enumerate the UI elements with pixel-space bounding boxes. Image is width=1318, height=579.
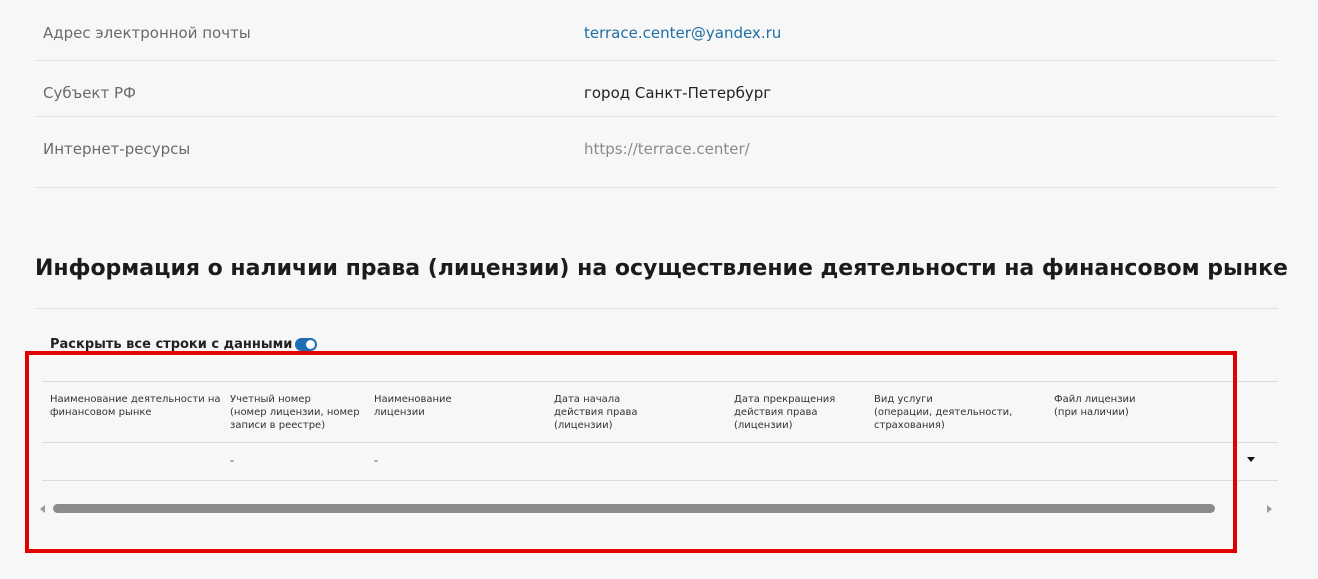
column-header-line: действия права — [554, 407, 638, 418]
header-bottom-border — [42, 442, 1278, 443]
website-link[interactable]: https://terrace.center/ — [584, 140, 750, 158]
column-header-line: Дата прекращения — [734, 394, 836, 405]
arrow-right-icon[interactable] — [1267, 505, 1272, 513]
expand-all-toggle[interactable] — [295, 338, 317, 351]
arrow-left-icon[interactable] — [40, 505, 45, 513]
column-header-line: страхования) — [874, 420, 945, 431]
column-header-line: (лицензии) — [554, 420, 613, 431]
header-top-border — [42, 381, 1278, 382]
column-header-line: (лицензии) — [734, 420, 793, 431]
toggle-knob — [306, 340, 315, 349]
column-header-line: действия права — [734, 407, 818, 418]
column-header[interactable]: Вид услуги (операции, деятельности, страхо… — [874, 393, 1012, 432]
caret-down-icon[interactable] — [1247, 457, 1255, 462]
divider — [35, 308, 1278, 309]
column-header-line: (номер лицензии, номер — [230, 407, 360, 418]
info-label: Интернет-ресурсы — [43, 140, 191, 158]
row-bottom-border — [42, 480, 1278, 481]
column-header-line: финансовом рынке — [50, 407, 152, 418]
expand-all-label: Раскрыть все строки с данными — [50, 337, 293, 352]
column-header[interactable]: Файл лицензии (при наличии) — [1054, 393, 1136, 419]
column-header-line: записи в реестре) — [230, 420, 326, 431]
column-header-line: (операции, деятельности, — [874, 407, 1013, 418]
email-link[interactable]: terrace.center@yandex.ru — [584, 24, 781, 42]
info-label: Адрес электронной почты — [43, 24, 251, 42]
column-header-line: Дата начала — [554, 394, 621, 405]
column-header[interactable]: Дата начала действия права (лицензии) — [554, 393, 638, 432]
column-header[interactable]: Учетный номер (номер лицензии, номер запис… — [230, 393, 360, 432]
info-row-website: Интернет-ресурсы https://terrace.center/ — [35, 117, 1278, 188]
table-cell: - — [230, 454, 234, 467]
column-header[interactable]: Дата прекращения действия права (лицензии) — [734, 393, 835, 432]
info-row-region: Субъект РФ город Санкт-Петербург — [35, 61, 1278, 117]
info-row-email: Адрес электронной почты terrace.center@y… — [35, 0, 1278, 61]
horizontal-scrollbar[interactable] — [53, 504, 1215, 513]
column-header-line: Наименование деятельности на — [50, 394, 221, 405]
region-value: город Санкт-Петербург — [584, 84, 772, 102]
section-title: Информация о наличии права (лицензии) на… — [35, 256, 1288, 281]
column-header-line: лицензии — [374, 407, 425, 418]
column-header-line: (при наличии) — [1054, 407, 1129, 418]
column-header-line: Учетный номер — [230, 394, 311, 405]
contact-info-table: Адрес электронной почты terrace.center@y… — [35, 0, 1278, 188]
column-header-line: Наименование — [374, 394, 452, 405]
column-header-line: Файл лицензии — [1054, 394, 1136, 405]
column-header-line: Вид услуги — [874, 394, 933, 405]
column-header[interactable]: Наименование лицензии — [374, 393, 452, 419]
info-label: Субъект РФ — [43, 84, 136, 102]
table-cell: - — [374, 454, 378, 467]
column-header[interactable]: Наименование деятельности на финансовом р… — [50, 393, 221, 419]
